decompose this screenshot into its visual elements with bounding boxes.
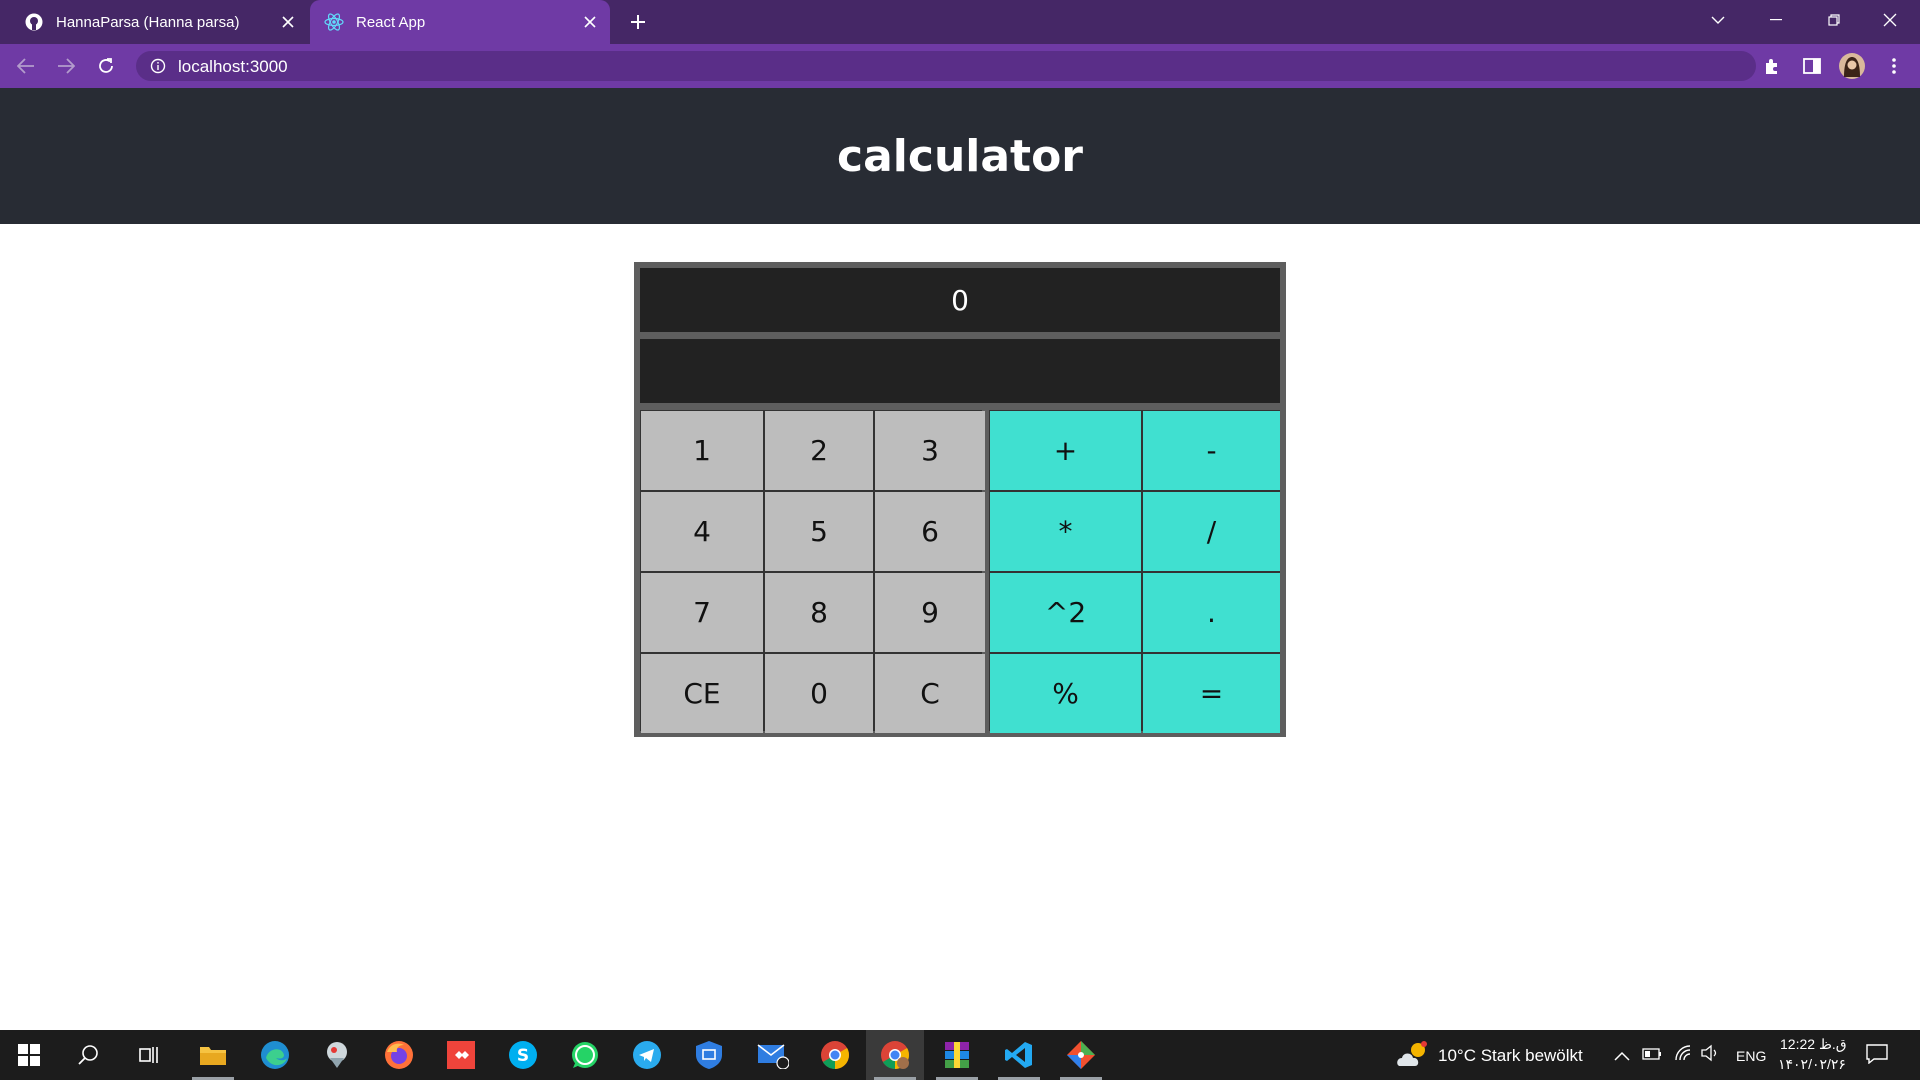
notification-icon[interactable]	[1866, 1044, 1888, 1068]
security-icon[interactable]	[680, 1030, 738, 1080]
clear-entry-button[interactable]: CE	[641, 654, 763, 733]
tab-search-icon[interactable]	[1690, 0, 1746, 40]
decimal-button[interactable]: .	[1143, 573, 1280, 652]
address-bar[interactable]: localhost:3000	[136, 51, 1756, 81]
key-2[interactable]: 2	[765, 411, 873, 490]
forward-icon[interactable]	[52, 52, 80, 80]
url-text: localhost:3000	[178, 57, 288, 76]
key-5[interactable]: 5	[765, 492, 873, 571]
operator-keypad: + - * / ^2 . % =	[989, 410, 1280, 733]
clock-date[interactable]: ۱۴۰۲/۰۲/۲۶	[1778, 1056, 1846, 1073]
site-info-icon[interactable]	[150, 58, 166, 78]
weather-icon[interactable]	[1396, 1040, 1430, 1074]
tab-title: React App	[356, 13, 426, 31]
taskbar: S 10°C Stark bewölkt ENG 12:22 ق.ظ ۱۴۰۲/…	[0, 1030, 1920, 1080]
divide-button[interactable]: /	[1143, 492, 1280, 571]
firefox-icon[interactable]	[370, 1030, 428, 1080]
percent-button[interactable]: %	[990, 654, 1141, 733]
task-view-icon[interactable]	[120, 1030, 178, 1080]
key-0[interactable]: 0	[765, 654, 873, 733]
start-icon[interactable]	[0, 1030, 58, 1080]
minimize-icon[interactable]	[1748, 0, 1804, 40]
key-4[interactable]: 4	[641, 492, 763, 571]
calculator-secondary-display	[640, 339, 1280, 403]
calculator: 0 1 2 3 4 5 6 7 8 9 CE 0 C + - * / ^2 . …	[634, 262, 1286, 737]
close-tab-icon[interactable]	[576, 8, 604, 36]
skype-icon[interactable]: S	[494, 1030, 552, 1080]
edge-icon[interactable]	[246, 1030, 304, 1080]
reload-icon[interactable]	[92, 52, 120, 80]
key-9[interactable]: 9	[875, 573, 985, 652]
close-window-icon[interactable]	[1862, 0, 1918, 40]
github-icon	[24, 12, 44, 32]
number-keypad: 1 2 3 4 5 6 7 8 9 CE 0 C	[640, 410, 985, 733]
app-icon[interactable]	[308, 1030, 366, 1080]
winrar-icon[interactable]	[928, 1030, 986, 1080]
mail-icon[interactable]	[744, 1030, 802, 1080]
back-icon[interactable]	[12, 52, 40, 80]
key-8[interactable]: 8	[765, 573, 873, 652]
language-indicator[interactable]: ENG	[1736, 1048, 1766, 1064]
new-tab-button[interactable]	[624, 8, 652, 36]
volume-icon[interactable]	[1700, 1044, 1720, 1066]
telegram-icon[interactable]	[618, 1030, 676, 1080]
close-tab-icon[interactable]	[274, 8, 302, 36]
app-header: calculator	[0, 88, 1920, 224]
whatsapp-icon[interactable]	[556, 1030, 614, 1080]
restore-icon[interactable]	[1806, 0, 1862, 40]
chrome-icon[interactable]	[806, 1030, 864, 1080]
chrome-profile-icon[interactable]	[866, 1030, 924, 1080]
subtract-button[interactable]: -	[1143, 411, 1280, 490]
side-panel-icon[interactable]	[1798, 52, 1826, 80]
svg-text:S: S	[517, 1046, 529, 1066]
tab-react-app[interactable]: React App	[310, 0, 610, 44]
page-content: calculator 0 1 2 3 4 5 6 7 8 9 CE 0 C + …	[0, 88, 1920, 1030]
square-button[interactable]: ^2	[990, 573, 1141, 652]
battery-icon[interactable]	[1642, 1046, 1662, 1065]
page-title: calculator	[837, 130, 1083, 182]
tab-title: HannaParsa (Hanna parsa)	[56, 13, 240, 31]
equals-button[interactable]: =	[1143, 654, 1280, 733]
search-icon[interactable]	[60, 1030, 118, 1080]
vscode-icon[interactable]	[990, 1030, 1048, 1080]
chevron-up-icon[interactable]	[1614, 1046, 1630, 1065]
weather-text[interactable]: 10°C Stark bewölkt	[1438, 1046, 1583, 1066]
menu-icon[interactable]	[1880, 52, 1908, 80]
add-button[interactable]: +	[990, 411, 1141, 490]
extensions-icon[interactable]	[1758, 52, 1786, 80]
calculator-display: 0	[640, 268, 1280, 332]
key-7[interactable]: 7	[641, 573, 763, 652]
multiply-button[interactable]: *	[990, 492, 1141, 571]
clear-button[interactable]: C	[875, 654, 985, 733]
react-icon	[324, 12, 344, 32]
key-3[interactable]: 3	[875, 411, 985, 490]
profile-avatar[interactable]	[1838, 52, 1866, 80]
file-explorer-icon[interactable]	[184, 1030, 242, 1080]
git-icon[interactable]	[1052, 1030, 1110, 1080]
tab-github[interactable]: HannaParsa (Hanna parsa)	[10, 0, 308, 44]
clock-time[interactable]: 12:22 ق.ظ	[1780, 1036, 1847, 1053]
key-6[interactable]: 6	[875, 492, 985, 571]
wifi-icon[interactable]	[1674, 1044, 1694, 1066]
key-1[interactable]: 1	[641, 411, 763, 490]
anydesk-icon[interactable]	[432, 1030, 490, 1080]
browser-tabstrip: HannaParsa (Hanna parsa) React App	[0, 0, 1920, 44]
